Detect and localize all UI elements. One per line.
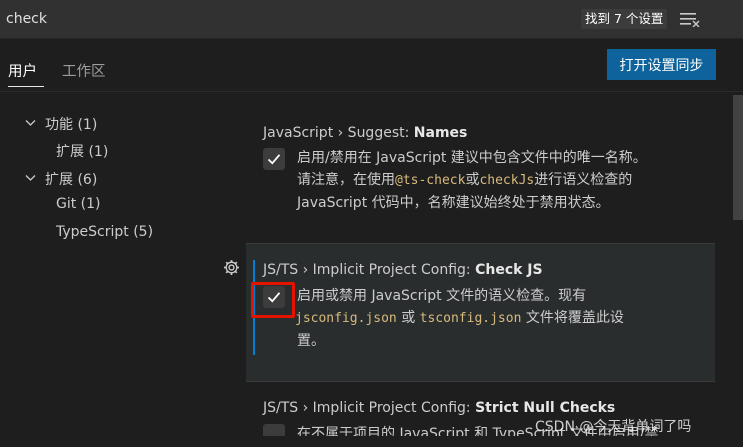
clear-filter-icon[interactable] [680, 11, 700, 27]
chevron-down-icon[interactable] [25, 174, 36, 182]
open-settings-sync-button[interactable]: 打开设置同步 [607, 49, 716, 80]
description-text: 文件将覆盖此设 [521, 310, 624, 326]
chevron-down-icon[interactable] [25, 119, 36, 127]
results-count-badge: 找到 7 个设置 [581, 9, 668, 29]
description-line: 置。 [297, 333, 325, 349]
tsconfig-link[interactable]: tsconfig.json [420, 311, 522, 326]
bottom-edge [0, 436, 743, 447]
description-line: JavaScript 代码中，名称建议始终处于禁用状态。 [297, 195, 610, 211]
setting-category: JavaScript › Suggest: [263, 125, 414, 141]
setting-description: 启用/禁用在 JavaScript 建议中包含文件中的唯一名称。 请注意，在使用… [297, 147, 647, 214]
setting-title: JavaScript › Suggest: Names [263, 125, 467, 141]
watermark-text: CSDN @今天背单词了吗 [535, 419, 692, 435]
description-line: 启用/禁用在 JavaScript 建议中包含文件中的唯一名称。 [297, 150, 647, 166]
setting-category: JS/TS › Implicit Project Config: [263, 400, 476, 416]
description-text: 或 [396, 310, 420, 326]
description-text: 请注意，在使用 [297, 172, 395, 188]
scrollbar-thumb[interactable] [733, 95, 743, 220]
tab-workspace[interactable]: 工作区 [62, 60, 106, 81]
toc-item-typescript[interactable]: TypeScript (5) [56, 224, 153, 240]
setting-name: Check JS [475, 262, 543, 278]
checkjs-link[interactable]: checkJs [479, 173, 534, 188]
tab-user[interactable]: 用户 [8, 60, 37, 81]
description-line: jsconfig.json 或 tsconfig.json 文件将覆盖此设 [295, 307, 624, 330]
description-line: 启用或禁用 JavaScript 文件的语义检查。现有 [297, 288, 587, 304]
toc-item-features-extensions[interactable]: 扩展 (1) [56, 141, 108, 161]
setting-name: Names [413, 125, 468, 141]
annotation-highlight-box [251, 282, 295, 318]
ts-check-link[interactable]: @ts-check [395, 173, 465, 188]
search-input[interactable] [6, 8, 566, 30]
setting-description: 启用或禁用 JavaScript 文件的语义检查。现有 jsconfig.jso… [295, 285, 624, 352]
names-checkbox[interactable] [263, 148, 285, 170]
toc-item-features[interactable]: 功能 (1) [45, 114, 97, 134]
tabs-divider [0, 91, 743, 92]
description-line: 请注意，在使用@ts-check或checkJs进行语义检查的 [297, 169, 647, 192]
setting-name: Strict Null Checks [475, 400, 616, 416]
setting-title: JS/TS › Implicit Project Config: Strict … [263, 400, 615, 416]
description-text: 进行语义检查的 [534, 172, 633, 188]
active-tab-indicator [8, 86, 44, 87]
search-bar: 找到 7 个设置 [0, 0, 743, 39]
check-icon [267, 154, 281, 165]
description-text: 或 [465, 172, 480, 188]
toc-item-git[interactable]: Git (1) [56, 196, 101, 212]
gear-icon[interactable] [223, 259, 240, 276]
setting-title: JS/TS › Implicit Project Config: Check J… [263, 262, 543, 278]
setting-category: JS/TS › Implicit Project Config: [263, 262, 476, 278]
toc-item-extensions[interactable]: 扩展 (6) [45, 169, 97, 189]
jsconfig-link[interactable]: jsconfig.json [295, 311, 397, 326]
